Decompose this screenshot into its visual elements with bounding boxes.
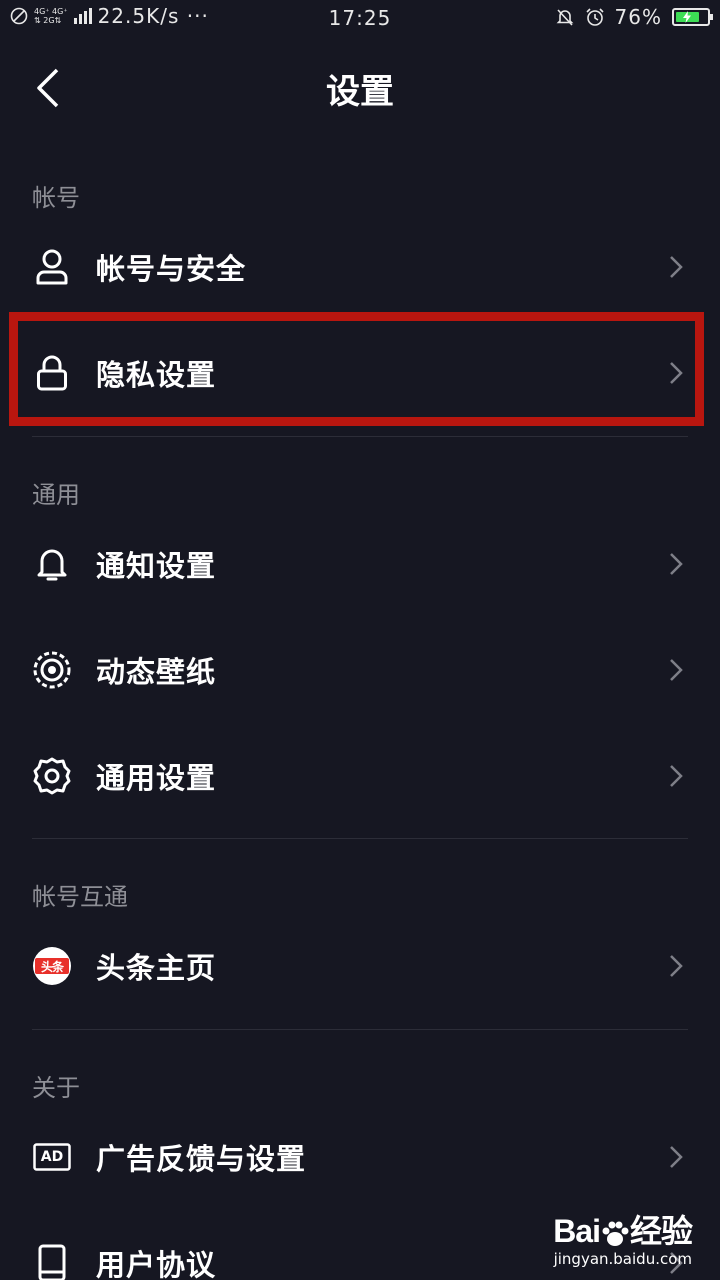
section-label-about: 关于 <box>32 1074 80 1102</box>
alarm-icon <box>585 8 604 26</box>
battery-icon <box>672 8 713 26</box>
chevron-right-icon <box>666 253 686 281</box>
ad-icon: AD <box>32 1137 72 1177</box>
lock-icon <box>32 353 72 393</box>
section-label-general: 通用 <box>32 481 80 509</box>
chevron-right-icon <box>666 762 686 790</box>
ad-icon-text: AD <box>40 1149 64 1165</box>
menu-item-ad-feedback-settings[interactable]: AD 广告反馈与设置 <box>0 1109 720 1205</box>
divider <box>32 436 688 437</box>
baidu-jingyan-watermark: Bai 经验 jingyan.baidu.com <box>553 1206 693 1268</box>
watermark-jingyan-text: 经验 <box>629 1213 693 1249</box>
menu-item-label: 通知设置 <box>96 549 217 583</box>
watermark-logo-text: Bai <box>553 1213 601 1249</box>
toutiao-badge-text: 头条 <box>35 958 69 974</box>
mute-bell-icon <box>556 9 573 26</box>
menu-item-label: 隐私设置 <box>96 358 217 392</box>
toutiao-icon: 头条 <box>32 946 72 986</box>
chevron-right-icon <box>666 656 686 684</box>
watermark-url: jingyan.baidu.com <box>553 1250 692 1268</box>
paw-icon <box>602 1221 629 1246</box>
chevron-right-icon <box>666 1143 686 1171</box>
menu-item-label: 通用设置 <box>96 761 217 795</box>
page-title: 设置 <box>326 72 394 112</box>
menu-item-toutiao-homepage[interactable]: 头条 头条主页 <box>0 918 720 1014</box>
status-bar: 4G⁺ 4G⁺ ⇅ 2G⇅ 22.5K/s ··· 17:25 76% <box>0 0 720 36</box>
battery-level <box>676 11 699 23</box>
user-icon <box>32 247 72 287</box>
divider <box>32 1029 688 1030</box>
menu-item-account-security[interactable]: 帐号与安全 <box>0 219 720 315</box>
divider <box>32 838 688 839</box>
menu-item-label: 广告反馈与设置 <box>96 1142 307 1176</box>
chevron-right-icon <box>666 359 686 387</box>
menu-item-label: 帐号与安全 <box>96 252 247 286</box>
watermark-logo: Bai 经验 <box>553 1206 693 1252</box>
gear-icon <box>32 756 72 796</box>
menu-item-label: 动态壁纸 <box>96 655 217 689</box>
menu-item-general-settings[interactable]: 通用设置 <box>0 728 720 824</box>
status-right: 76% <box>555 5 713 29</box>
menu-item-label: 头条主页 <box>96 951 217 985</box>
menu-item-label: 用户协议 <box>96 1248 217 1280</box>
battery-percent: 76% <box>614 5 662 29</box>
header: 设置 <box>0 36 720 140</box>
menu-item-privacy-settings[interactable]: 隐私设置 <box>0 325 720 421</box>
menu-item-notification-settings[interactable]: 通知设置 <box>0 516 720 612</box>
section-label-linked-accounts: 帐号互通 <box>32 883 128 911</box>
chevron-right-icon <box>666 952 686 980</box>
bell-icon <box>32 544 72 584</box>
live-wallpaper-icon <box>32 650 72 690</box>
section-label-account: 帐号 <box>32 184 80 212</box>
document-icon <box>32 1243 72 1280</box>
menu-item-live-wallpaper[interactable]: 动态壁纸 <box>0 622 720 718</box>
charging-icon <box>683 11 692 23</box>
chevron-right-icon <box>666 550 686 578</box>
